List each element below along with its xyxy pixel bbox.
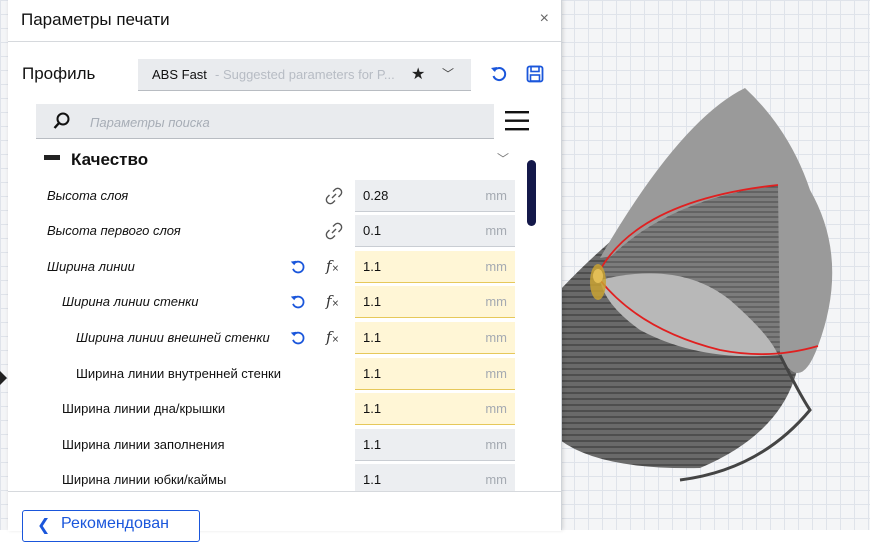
setting-unit: mm: [485, 259, 507, 274]
setting-value: 1.1: [363, 401, 382, 416]
chevron-left-icon: ❮: [37, 517, 51, 534]
chevron-down-icon: ﹀: [497, 152, 510, 166]
reset-profile-button[interactable]: [489, 64, 509, 89]
function-icon[interactable]: f×: [326, 328, 339, 346]
setting-value: 0.28: [363, 188, 389, 203]
setting-value-field[interactable]: 1.1 mm: [355, 464, 515, 491]
print-settings-panel: Параметры печати × Профиль ABS Fast - Su…: [8, 0, 562, 542]
setting-value-field[interactable]: 1.1 mm: [355, 286, 515, 318]
setting-value-field[interactable]: 1.1 mm: [355, 358, 515, 390]
setting-unit: mm: [485, 437, 507, 452]
hamburger-menu-icon: [505, 111, 529, 131]
setting-label: Ширина линии юбки/каймы: [62, 472, 227, 487]
link-icon[interactable]: [325, 187, 343, 210]
setting-value: 1.1: [363, 294, 382, 309]
setting-value-field[interactable]: 0.28 mm: [355, 180, 515, 212]
reset-icon[interactable]: [289, 293, 307, 316]
setting-row: Ширина линии стенки f× 1.1 mm: [8, 285, 538, 321]
favorite-star-icon[interactable]: ★: [411, 59, 425, 90]
close-button[interactable]: ×: [540, 10, 549, 28]
search-field[interactable]: [36, 104, 494, 139]
setting-label: Высота первого слоя: [47, 223, 181, 238]
recommended-button[interactable]: ❮ Рекомендован: [22, 510, 200, 542]
setting-label: Ширина линии внешней стенки: [76, 330, 270, 345]
setting-value: 1.1: [363, 472, 382, 487]
setting-unit: mm: [485, 188, 507, 203]
chevron-down-icon: ﹀: [442, 67, 455, 81]
section-collapse-icon: [44, 155, 60, 160]
setting-value: 1.1: [363, 330, 382, 345]
panel-header: Параметры печати ×: [8, 0, 561, 42]
setting-row: Ширина линии f× 1.1 mm: [8, 250, 538, 286]
setting-unit: mm: [485, 366, 507, 381]
setting-value: 0.1: [363, 223, 382, 238]
setting-label: Ширина линии заполнения: [62, 437, 225, 452]
save-profile-button[interactable]: [525, 64, 545, 89]
setting-label: Ширина линии стенки: [62, 294, 199, 309]
setting-unit: mm: [485, 330, 507, 345]
function-icon[interactable]: f×: [326, 257, 339, 275]
profile-label: Профиль: [22, 64, 96, 83]
setting-row: Высота слоя 0.28 mm: [8, 179, 538, 215]
setting-row: Высота первого слоя 0.1 mm: [8, 214, 538, 250]
profile-name: ABS Fast: [152, 67, 207, 82]
search-icon: [53, 112, 70, 129]
recommended-label: Рекомендован: [61, 515, 169, 532]
section-header-quality[interactable]: Качество ﹀: [36, 146, 511, 172]
setting-value-field[interactable]: 1.1 mm: [355, 322, 515, 354]
profile-description: - Suggested parameters for P...: [215, 67, 395, 82]
setting-unit: mm: [485, 401, 507, 416]
section-title: Качество: [71, 150, 149, 169]
panel-collapse-arrow-icon[interactable]: [0, 371, 7, 385]
setting-row: Ширина линии заполнения 1.1 mm: [8, 428, 538, 464]
setting-value-field[interactable]: 1.1 mm: [355, 393, 515, 425]
setting-value: 1.1: [363, 437, 382, 452]
setting-value-field[interactable]: 1.1 mm: [355, 429, 515, 461]
setting-value-field[interactable]: 1.1 mm: [355, 251, 515, 283]
panel-footer: ❮ Рекомендован: [8, 491, 561, 542]
setting-unit: mm: [485, 223, 507, 238]
setting-label: Ширина линии: [47, 259, 135, 274]
setting-row: Ширина линии внешней стенки f× 1.1 mm: [8, 321, 538, 357]
reset-icon: [491, 67, 507, 82]
function-icon[interactable]: f×: [326, 292, 339, 310]
setting-value-field[interactable]: 0.1 mm: [355, 215, 515, 247]
setting-value: 1.1: [363, 259, 382, 274]
profile-dropdown[interactable]: ABS Fast - Suggested parameters for P...…: [138, 59, 471, 91]
setting-unit: mm: [485, 472, 507, 487]
setting-row: Ширина линии юбки/каймы 1.1 mm: [8, 463, 538, 491]
setting-value: 1.1: [363, 366, 382, 381]
setting-unit: mm: [485, 294, 507, 309]
panel-title: Параметры печати: [21, 10, 170, 29]
save-icon: [526, 65, 544, 83]
search-input[interactable]: [88, 112, 482, 132]
setting-label: Ширина линии дна/крышки: [62, 401, 226, 416]
reset-icon[interactable]: [289, 329, 307, 352]
setting-label: Ширина линии внутренней стенки: [76, 366, 281, 381]
link-icon[interactable]: [325, 222, 343, 245]
setting-label: Высота слоя: [47, 188, 129, 203]
setting-row: Ширина линии дна/крышки 1.1 mm: [8, 392, 538, 428]
settings-list: Высота слоя 0.28 mm Высота первого слоя 0.1 m…: [8, 179, 538, 491]
setting-row: Ширина линии внутренней стенки 1.1 mm: [8, 357, 538, 393]
settings-menu-button[interactable]: [504, 108, 530, 139]
reset-icon[interactable]: [289, 258, 307, 281]
